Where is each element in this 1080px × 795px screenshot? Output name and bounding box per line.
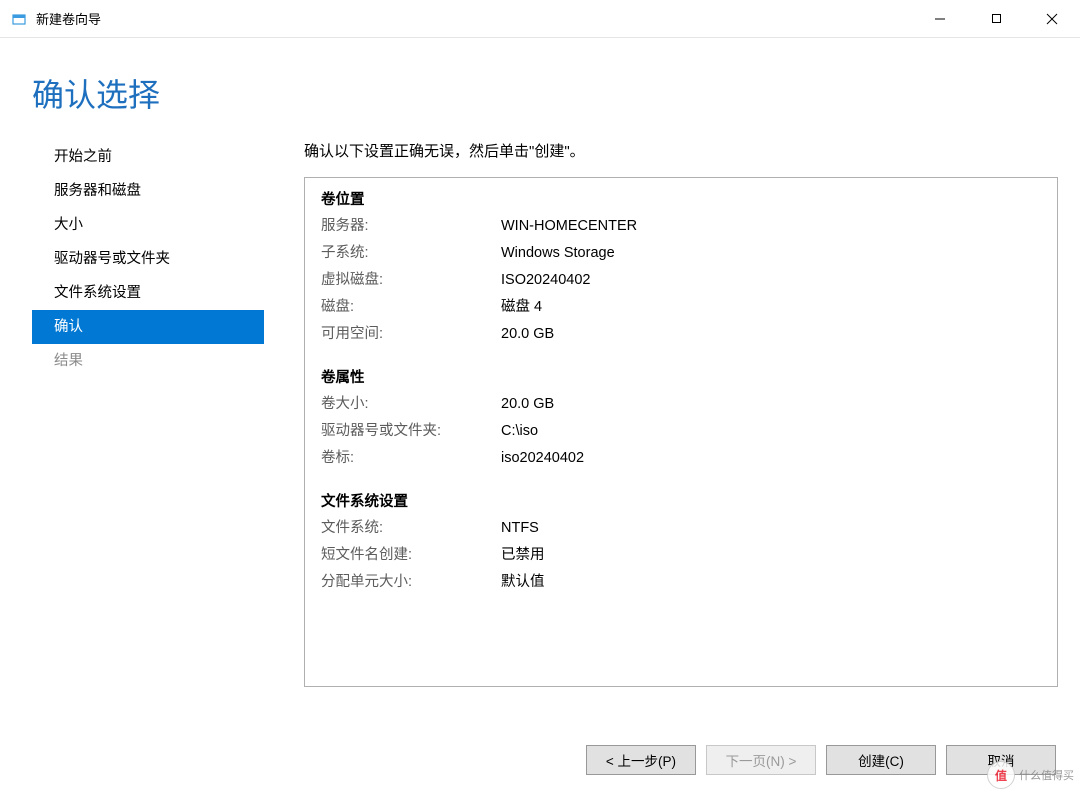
row-free-space: 可用空间: 20.0 GB	[321, 321, 1041, 348]
footer-buttons: < 上一步(P) 下一页(N) > 创建(C) 取消	[586, 745, 1056, 775]
value-volume-size: 20.0 GB	[501, 391, 554, 418]
label-server: 服务器:	[321, 213, 501, 240]
label-volume-label: 卷标:	[321, 445, 501, 472]
label-disk: 磁盘:	[321, 294, 501, 321]
value-allocation-unit: 默认值	[501, 569, 545, 596]
previous-button[interactable]: < 上一步(P)	[586, 745, 696, 775]
value-shortname: 已禁用	[501, 542, 545, 569]
label-allocation-unit: 分配单元大小:	[321, 569, 501, 596]
next-button: 下一页(N) >	[706, 745, 816, 775]
close-button[interactable]	[1024, 0, 1080, 37]
value-subsystem: Windows Storage	[501, 240, 615, 267]
content-pane: 确认以下设置正确无误，然后单击"创建"。 卷位置 服务器: WIN-HOMECE…	[264, 140, 1058, 687]
value-vdisk: ISO20240402	[501, 267, 591, 294]
row-shortname: 短文件名创建: 已禁用	[321, 542, 1041, 569]
step-server-disk[interactable]: 服务器和磁盘	[32, 174, 264, 208]
minimize-button[interactable]	[912, 0, 968, 37]
value-drive-letter: C:\iso	[501, 418, 538, 445]
value-fs: NTFS	[501, 515, 539, 542]
instruction-text: 确认以下设置正确无误，然后单击"创建"。	[304, 140, 1058, 161]
wizard-steps-sidebar: 开始之前 服务器和磁盘 大小 驱动器号或文件夹 文件系统设置 确认 结果	[32, 140, 264, 687]
watermark-badge-icon: 值	[987, 761, 1015, 789]
window-title: 新建卷向导	[36, 9, 101, 28]
row-fs: 文件系统: NTFS	[321, 515, 1041, 542]
maximize-button[interactable]	[968, 0, 1024, 37]
row-allocation-unit: 分配单元大小: 默认值	[321, 569, 1041, 596]
step-filesystem[interactable]: 文件系统设置	[32, 276, 264, 310]
step-confirmation[interactable]: 确认	[32, 310, 264, 344]
section-title-filesystem: 文件系统设置	[321, 490, 1041, 511]
row-server: 服务器: WIN-HOMECENTER	[321, 213, 1041, 240]
value-volume-label: iso20240402	[501, 445, 584, 472]
row-subsystem: 子系统: Windows Storage	[321, 240, 1041, 267]
label-vdisk: 虚拟磁盘:	[321, 267, 501, 294]
watermark-text: 什么值得买	[1019, 767, 1074, 783]
label-free-space: 可用空间:	[321, 321, 501, 348]
row-volume-size: 卷大小: 20.0 GB	[321, 391, 1041, 418]
label-drive-letter: 驱动器号或文件夹:	[321, 418, 501, 445]
step-before-begin[interactable]: 开始之前	[32, 140, 264, 174]
row-volume-label: 卷标: iso20240402	[321, 445, 1041, 472]
section-title-properties: 卷属性	[321, 366, 1041, 387]
section-title-location: 卷位置	[321, 188, 1041, 209]
row-disk: 磁盘: 磁盘 4	[321, 294, 1041, 321]
window-controls	[912, 0, 1080, 37]
row-vdisk: 虚拟磁盘: ISO20240402	[321, 267, 1041, 294]
titlebar: 新建卷向导	[0, 0, 1080, 38]
value-disk: 磁盘 4	[501, 294, 542, 321]
step-results: 结果	[32, 344, 264, 378]
label-shortname: 短文件名创建:	[321, 542, 501, 569]
summary-box: 卷位置 服务器: WIN-HOMECENTER 子系统: Windows Sto…	[304, 177, 1058, 687]
page-header: 确认选择	[0, 38, 1080, 140]
value-free-space: 20.0 GB	[501, 321, 554, 348]
label-fs: 文件系统:	[321, 515, 501, 542]
label-volume-size: 卷大小:	[321, 391, 501, 418]
step-size[interactable]: 大小	[32, 208, 264, 242]
create-button[interactable]: 创建(C)	[826, 745, 936, 775]
row-drive-letter: 驱动器号或文件夹: C:\iso	[321, 418, 1041, 445]
watermark: 值 什么值得买	[987, 761, 1074, 789]
step-drive-letter[interactable]: 驱动器号或文件夹	[32, 242, 264, 276]
app-icon	[10, 10, 28, 28]
value-server: WIN-HOMECENTER	[501, 213, 637, 240]
page-title: 确认选择	[32, 70, 1080, 116]
label-subsystem: 子系统:	[321, 240, 501, 267]
